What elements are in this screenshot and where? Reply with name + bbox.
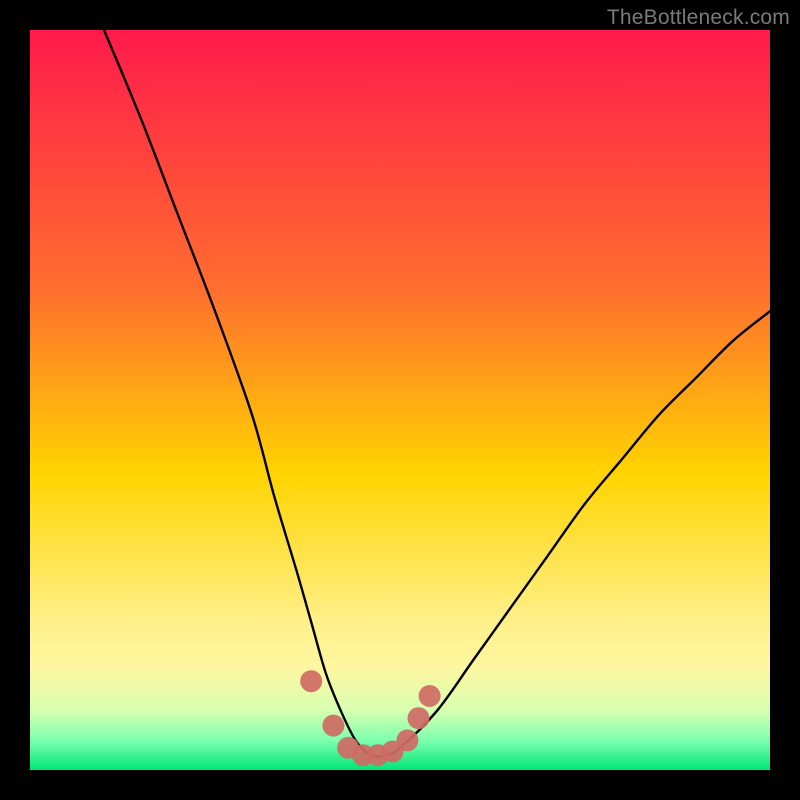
data-marker (300, 670, 322, 692)
data-marker (396, 729, 418, 751)
plot-area (30, 30, 770, 770)
gradient-background (30, 30, 770, 770)
watermark-text: TheBottleneck.com (607, 6, 790, 30)
data-marker (419, 685, 441, 707)
data-marker (322, 715, 344, 737)
chart-container: TheBottleneck.com (0, 0, 800, 800)
bottleneck-chart (30, 30, 770, 770)
data-marker (408, 707, 430, 729)
